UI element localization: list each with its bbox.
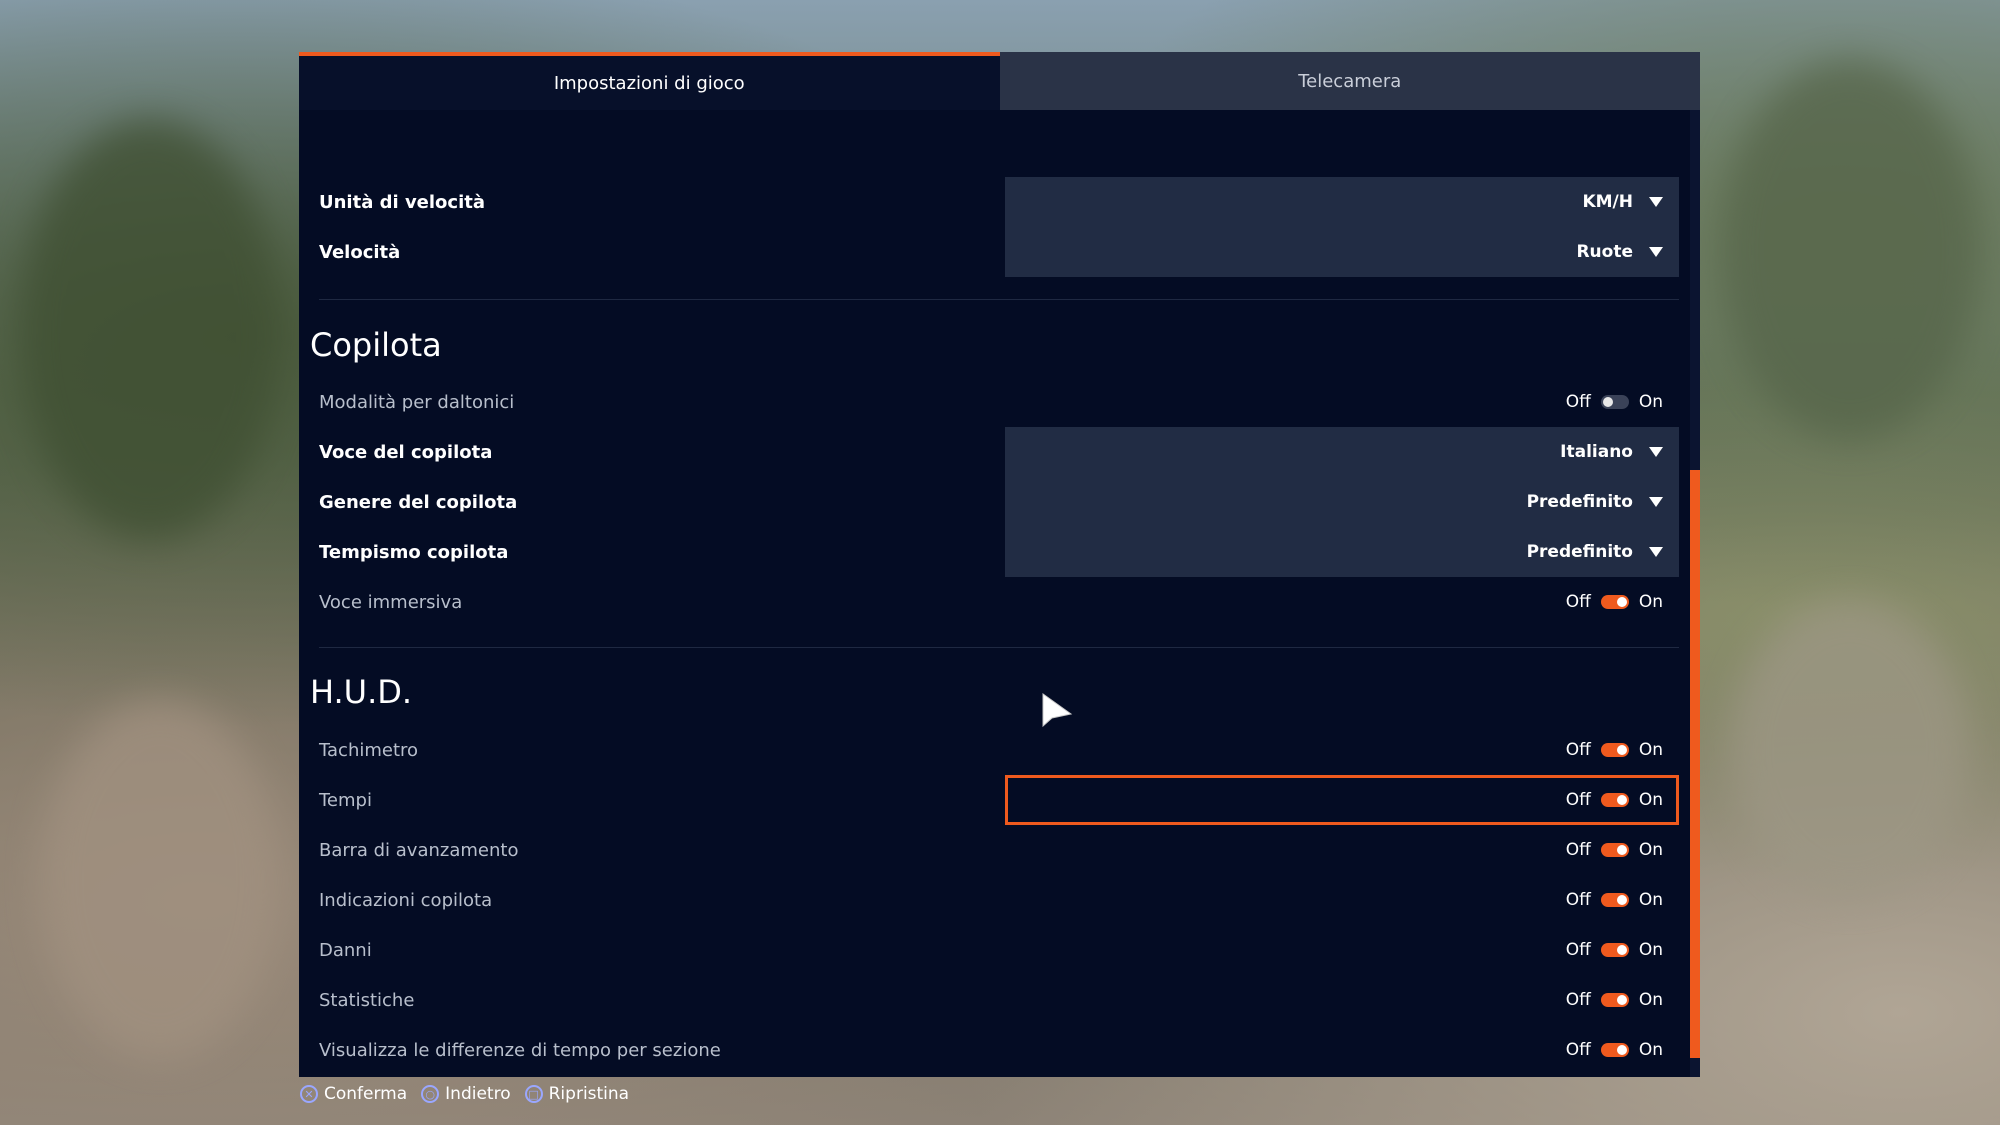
caret-down-icon bbox=[1649, 447, 1663, 457]
scrollbar[interactable] bbox=[1690, 110, 1700, 1077]
hud-item-toggle[interactable]: Off On bbox=[1005, 1025, 1679, 1075]
toggle-switch[interactable] bbox=[1600, 743, 1629, 757]
speed-unit-label: Unità di velocità bbox=[319, 191, 486, 213]
scrollbar-thumb[interactable] bbox=[1690, 470, 1700, 1058]
toggle-switch[interactable] bbox=[1600, 595, 1629, 609]
toggle-off-label: Off bbox=[1565, 940, 1591, 960]
selection-highlight bbox=[1005, 775, 1679, 825]
toggle-off-label: Off bbox=[1565, 840, 1591, 860]
colorblind-toggle[interactable]: Off On bbox=[1005, 377, 1679, 427]
caret-down-icon bbox=[1649, 247, 1663, 257]
confirm-hint[interactable]: ✕ Conferma bbox=[300, 1084, 407, 1104]
copilot-section-title: Copilota bbox=[310, 326, 442, 364]
copilot-gender-label: Genere del copilota bbox=[319, 491, 518, 513]
colorblind-label: Modalità per daltonici bbox=[319, 391, 515, 413]
hud-item-label: Visualizza le differenze di tempo per se… bbox=[319, 1039, 721, 1061]
toggle-on-label: On bbox=[1638, 990, 1663, 1010]
divider bbox=[319, 299, 1679, 300]
toggle-off-label: Off bbox=[1565, 392, 1591, 412]
copilot-gender-row[interactable]: Genere del copilota Predefinito bbox=[319, 477, 1679, 527]
copilot-voice-row[interactable]: Voce del copilota Italiano bbox=[319, 427, 1679, 477]
immersive-voice-row[interactable]: Voce immersiva Off On bbox=[319, 577, 1679, 627]
toggle-off-label: Off bbox=[1565, 890, 1591, 910]
speed-unit-value: KM/H bbox=[1582, 192, 1633, 212]
hud-item-toggle[interactable]: Off On bbox=[1005, 825, 1679, 875]
hud-item-label: Indicazioni copilota bbox=[319, 889, 493, 911]
immersive-voice-label: Voce immersiva bbox=[319, 591, 463, 613]
toggle-on-label: On bbox=[1638, 392, 1663, 412]
hud-item-label: Danni bbox=[319, 939, 372, 961]
cross-button-icon: ✕ bbox=[300, 1085, 318, 1103]
hud-item-row[interactable]: Indicazioni copilota Off On bbox=[319, 875, 1679, 925]
back-label: Indietro bbox=[445, 1084, 511, 1104]
toggle-on-label: On bbox=[1638, 940, 1663, 960]
tab-camera[interactable]: Telecamera bbox=[999, 52, 1700, 110]
mouse-pointer-icon bbox=[1042, 693, 1073, 728]
reset-label: Ripristina bbox=[548, 1084, 630, 1104]
back-hint[interactable]: ○ Indietro bbox=[421, 1084, 511, 1104]
hud-item-label: Tachimetro bbox=[319, 739, 419, 761]
copilot-voice-dropdown[interactable]: Italiano bbox=[1005, 427, 1679, 477]
toggle-switch[interactable] bbox=[1600, 1043, 1629, 1057]
hud-item-row[interactable]: Barra di avanzamento Off On bbox=[319, 825, 1679, 875]
toggle-off-label: Off bbox=[1565, 990, 1591, 1010]
button-hints: ✕ Conferma ○ Indietro □ Ripristina bbox=[300, 1084, 629, 1104]
hud-item-toggle[interactable]: Off On bbox=[1005, 875, 1679, 925]
reset-hint[interactable]: □ Ripristina bbox=[524, 1084, 630, 1104]
copilot-voice-value: Italiano bbox=[1560, 442, 1633, 462]
hud-item-label: Barra di avanzamento bbox=[319, 839, 519, 861]
hud-item-toggle[interactable]: Off On bbox=[1005, 925, 1679, 975]
toggle-off-label: Off bbox=[1565, 1040, 1591, 1060]
caret-down-icon bbox=[1649, 197, 1663, 207]
hud-item-row[interactable]: Statistiche Off On bbox=[319, 975, 1679, 1025]
copilot-voice-label: Voce del copilota bbox=[319, 441, 493, 463]
copilot-timing-row[interactable]: Tempismo copilota Predefinito bbox=[319, 527, 1679, 577]
toggle-switch[interactable] bbox=[1600, 395, 1629, 409]
settings-panel: Impostazioni di gioco Telecamera Unità d… bbox=[299, 52, 1700, 1077]
divider bbox=[319, 647, 1679, 648]
copilot-gender-value: Predefinito bbox=[1526, 492, 1633, 512]
tab-game-settings[interactable]: Impostazioni di gioco bbox=[299, 52, 1000, 110]
toggle-switch[interactable] bbox=[1600, 843, 1629, 857]
caret-down-icon bbox=[1649, 497, 1663, 507]
speed-label: Velocità bbox=[319, 241, 401, 263]
toggle-on-label: On bbox=[1638, 840, 1663, 860]
speed-row[interactable]: Velocità Ruote bbox=[319, 227, 1679, 277]
speed-unit-row[interactable]: Unità di velocità KM/H bbox=[319, 177, 1679, 227]
copilot-timing-value: Predefinito bbox=[1526, 542, 1633, 562]
toggle-off-label: Off bbox=[1565, 740, 1591, 760]
speed-dropdown[interactable]: Ruote bbox=[1005, 227, 1679, 277]
hud-item-row[interactable]: Danni Off On bbox=[319, 925, 1679, 975]
colorblind-row[interactable]: Modalità per daltonici Off On bbox=[319, 377, 1679, 427]
speed-value: Ruote bbox=[1576, 242, 1633, 262]
hud-section-title: H.U.D. bbox=[310, 673, 413, 711]
toggle-switch[interactable] bbox=[1600, 993, 1629, 1007]
caret-down-icon bbox=[1649, 547, 1663, 557]
hud-item-label: Statistiche bbox=[319, 989, 415, 1011]
hud-item-row[interactable]: Tachimetro Off On bbox=[319, 725, 1679, 775]
toggle-on-label: On bbox=[1638, 592, 1663, 612]
toggle-off-label: Off bbox=[1565, 592, 1591, 612]
immersive-voice-toggle[interactable]: Off On bbox=[1005, 577, 1679, 627]
circle-button-icon: ○ bbox=[421, 1085, 440, 1103]
copilot-timing-dropdown[interactable]: Predefinito bbox=[1005, 527, 1679, 577]
hud-item-toggle[interactable]: Off On bbox=[1005, 975, 1679, 1025]
toggle-on-label: On bbox=[1638, 890, 1663, 910]
toggle-on-label: On bbox=[1638, 1040, 1663, 1060]
hud-item-toggle[interactable]: Off On bbox=[1005, 725, 1679, 775]
toggle-switch[interactable] bbox=[1600, 943, 1629, 957]
hud-item-label: Tempi bbox=[319, 789, 372, 811]
square-button-icon: □ bbox=[524, 1085, 543, 1103]
confirm-label: Conferma bbox=[324, 1084, 408, 1104]
speed-unit-dropdown[interactable]: KM/H bbox=[1005, 177, 1679, 227]
copilot-gender-dropdown[interactable]: Predefinito bbox=[1005, 477, 1679, 527]
copilot-timing-label: Tempismo copilota bbox=[319, 541, 509, 563]
hud-item-row[interactable]: Visualizza le differenze di tempo per se… bbox=[319, 1025, 1679, 1075]
toggle-switch[interactable] bbox=[1600, 893, 1629, 907]
tab-bar: Impostazioni di gioco Telecamera bbox=[299, 52, 1700, 110]
toggle-on-label: On bbox=[1638, 740, 1663, 760]
